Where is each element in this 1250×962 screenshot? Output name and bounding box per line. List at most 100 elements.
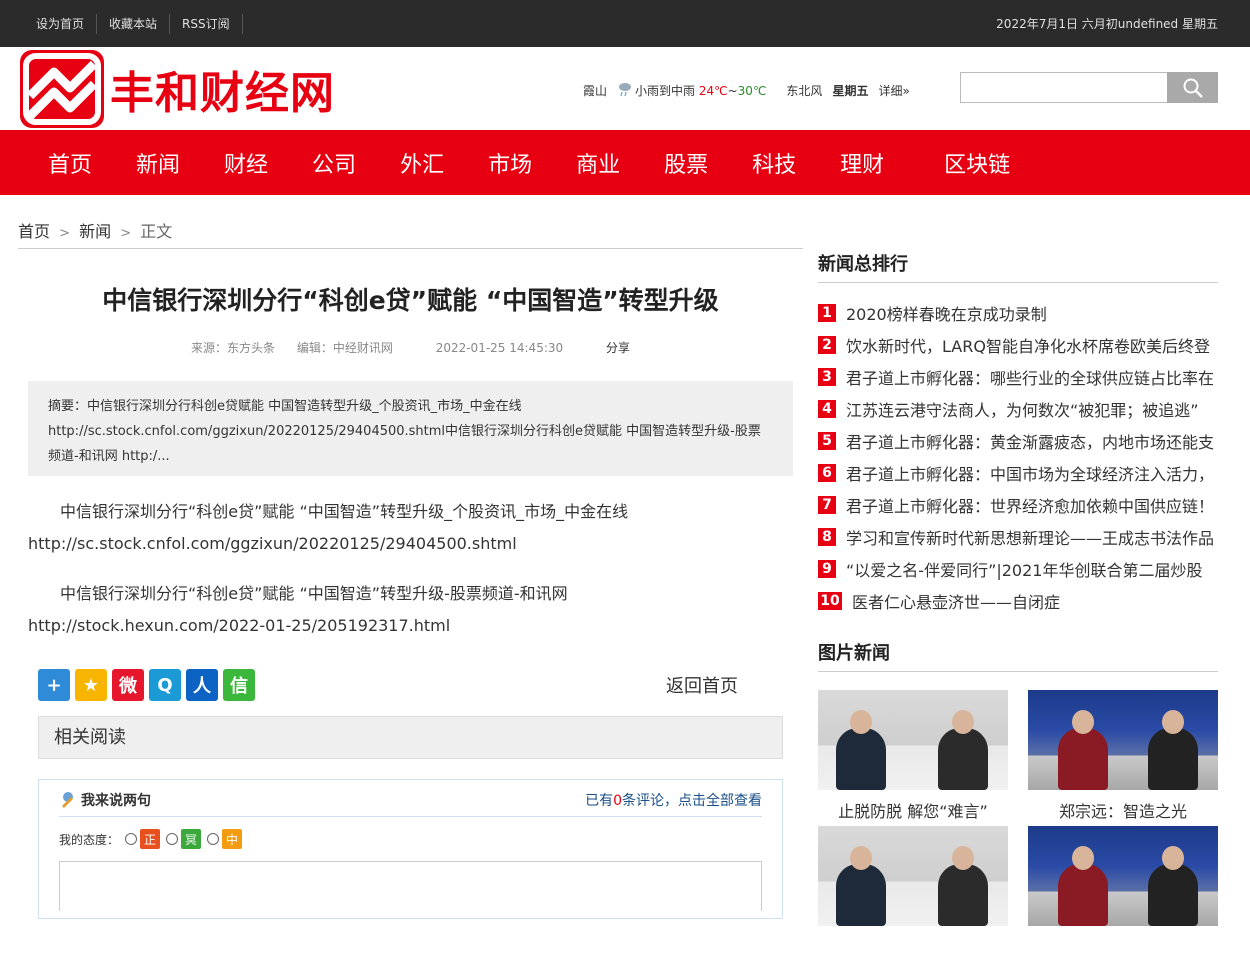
bookmark-link[interactable]: 收藏本站 bbox=[97, 13, 171, 34]
pic-news-caption[interactable]: 郑宗远：智造之光 bbox=[1028, 798, 1218, 822]
comment-count-link[interactable]: 已有0条评论，点击全部查看 bbox=[585, 790, 762, 810]
person-figure bbox=[938, 728, 988, 790]
body-url: http://sc.stock.cnfol.com/ggzixun/202201… bbox=[28, 534, 517, 553]
share-bar: + ★ 微 Q 人信 返回首页 bbox=[38, 668, 783, 702]
rank-item[interactable]: 8 学习和宣传新时代新思想新理论——王成志书法作品 bbox=[818, 521, 1218, 553]
renren-icon[interactable]: 人 bbox=[186, 669, 218, 701]
rank-list: 1 2020榜样春晚在京成功录制 2 饮水新时代，LARQ智能自净化水杯席卷欧美后终登… bbox=[818, 297, 1218, 617]
nav-business[interactable]: 商业 bbox=[556, 147, 640, 179]
weather-detail-link[interactable]: 详细» bbox=[878, 82, 909, 99]
share-icons: + ★ 微 Q 人信 bbox=[38, 669, 260, 701]
current-date: 2022年7月1日 六月初undefined 星期五 bbox=[996, 17, 1218, 31]
pic-news-item[interactable]: 止脱防脱 解您“难言” bbox=[818, 690, 1008, 826]
rank-item-title: 君子道上市孵化器：哪些行业的全球供应链占比率在 bbox=[846, 369, 1215, 388]
rank-item[interactable]: 1 2020榜样春晚在京成功录制 bbox=[818, 297, 1218, 329]
pic-news-item[interactable] bbox=[818, 826, 1008, 962]
rank-number: 7 bbox=[818, 496, 836, 514]
nav-tech[interactable]: 科技 bbox=[732, 147, 816, 179]
rank-item-title: 江苏连云港守法商人，为何数次“被犯罪；被追逃” bbox=[846, 401, 1199, 420]
search-button[interactable] bbox=[1167, 72, 1218, 103]
share-link[interactable]: 分享 bbox=[606, 341, 630, 355]
nav-blockchain[interactable]: 区块链 bbox=[924, 147, 1030, 179]
attitude-negative-tag: 冥 bbox=[181, 829, 202, 849]
pic-news-item[interactable] bbox=[1028, 826, 1218, 962]
rank-item-title: 2020榜样春晚在京成功录制 bbox=[846, 305, 1047, 324]
pic-news-image[interactable] bbox=[1028, 826, 1218, 926]
set-homepage-link[interactable]: 设为首页 bbox=[24, 13, 98, 34]
comment-count-suffix: 条评论，点击全部查看 bbox=[622, 793, 762, 809]
pic-news-image[interactable] bbox=[818, 826, 1008, 926]
back-home-link[interactable]: 返回首页 bbox=[666, 672, 738, 698]
nav-company[interactable]: 公司 bbox=[292, 147, 376, 179]
person-head bbox=[850, 846, 872, 870]
tencent-weibo-icon[interactable]: Q bbox=[149, 669, 181, 701]
temp-low: 30℃ bbox=[737, 84, 767, 98]
rank-item[interactable]: 4 江苏连云港守法商人，为何数次“被犯罪；被追逃” bbox=[818, 393, 1218, 425]
rank-item[interactable]: 7 君子道上市孵化器：世界经济愈加依赖中国供应链！ bbox=[818, 489, 1218, 521]
person-head bbox=[952, 846, 974, 870]
article-title: 中信银行深圳分行“科创e贷”赋能 “中国智造”转型升级 bbox=[102, 286, 719, 315]
breadcrumb-section[interactable]: 新闻 bbox=[79, 222, 111, 241]
pic-news-item[interactable]: 郑宗远：智造之光 bbox=[1028, 690, 1218, 826]
rank-item[interactable]: 9 “以爱之名-伴爱同行”|2021年华创联合第二届炒股 bbox=[818, 553, 1218, 585]
breadcrumb-home[interactable]: 首页 bbox=[18, 222, 50, 241]
nav-forex[interactable]: 外汇 bbox=[380, 147, 464, 179]
wechat-icon[interactable]: 信 bbox=[223, 669, 255, 701]
rank-item-title: “以爱之名-伴爱同行”|2021年华创联合第二届炒股 bbox=[846, 561, 1203, 580]
rank-item[interactable]: 5 君子道上市孵化器：黄金渐露疲态，内地市场还能支 bbox=[818, 425, 1218, 457]
person-head bbox=[1072, 710, 1094, 734]
comment-title: 我来说两句 bbox=[81, 793, 151, 809]
rank-number: 2 bbox=[818, 336, 836, 354]
comment-pencil-icon bbox=[62, 792, 73, 808]
qzone-icon[interactable]: ★ bbox=[75, 669, 107, 701]
breadcrumb-sep: > bbox=[120, 226, 132, 241]
main-nav: 首页 新闻 财经 公司 外汇 市场 商业 股票 科技 理财 区块链 bbox=[0, 130, 1250, 195]
person-head bbox=[1162, 710, 1184, 734]
plus-share-icon[interactable]: + bbox=[38, 669, 70, 701]
weather-widget: 霞山 小雨到中雨 24℃~30℃ 东北风 星期五 详细» bbox=[583, 81, 920, 100]
rank-item[interactable]: 10 医者仁心悬壶济世——自闭症 bbox=[818, 585, 1218, 617]
pic-news-caption[interactable]: 止脱防脱 解您“难言” bbox=[818, 798, 1008, 822]
body-paragraph: 中信银行深圳分行“科创e贷”赋能 “中国智造”转型升级-股票频道-和讯网 bbox=[60, 584, 568, 603]
attitude-neutral-tag: 中 bbox=[222, 829, 243, 849]
article-source: 来源：东方头条 bbox=[191, 341, 276, 355]
nav-market[interactable]: 市场 bbox=[468, 147, 552, 179]
pic-news-grid: 止脱防脱 解您“难言” 郑宗远：智造之光 bbox=[818, 690, 1218, 962]
person-figure bbox=[1058, 864, 1108, 926]
pic-news-image[interactable] bbox=[1028, 690, 1218, 790]
search-input[interactable] bbox=[960, 72, 1167, 103]
attitude-selector: 我的态度： 正 冥 中 bbox=[59, 829, 762, 849]
temp-high: 24℃ bbox=[698, 84, 728, 98]
person-head bbox=[1072, 846, 1094, 870]
article-column: 首页 > 新闻 > 正文 中信银行深圳分行“科创e贷”赋能 “中国智造”转型升级… bbox=[18, 218, 803, 919]
weibo-icon[interactable]: 微 bbox=[112, 669, 144, 701]
breadcrumb-sep: > bbox=[59, 226, 71, 241]
rank-item-title: 君子道上市孵化器：世界经济愈加依赖中国供应链！ bbox=[846, 497, 1215, 516]
attitude-radio-positive[interactable] bbox=[125, 833, 138, 845]
search-icon bbox=[1183, 78, 1203, 98]
article-editor: 编辑：中经财讯网 bbox=[296, 341, 393, 355]
logo-text: 丰和财经网 bbox=[110, 68, 335, 119]
site-logo[interactable]: 丰和财经网 bbox=[20, 50, 335, 128]
attitude-radio-neutral[interactable] bbox=[207, 833, 220, 845]
rank-number: 8 bbox=[818, 528, 836, 546]
body-paragraph: 中信银行深圳分行“科创e贷”赋能 “中国智造”转型升级_个股资讯_市场_中金在线 bbox=[60, 502, 629, 521]
rank-item-title: 饮水新时代，LARQ智能自净化水杯席卷欧美后终登 bbox=[846, 337, 1210, 356]
comment-count: 0 bbox=[613, 793, 622, 809]
attitude-radio-negative[interactable] bbox=[166, 833, 179, 845]
rank-number: 6 bbox=[818, 464, 836, 482]
rank-item[interactable]: 6 君子道上市孵化器：中国市场为全球经济注入活力， bbox=[818, 457, 1218, 489]
pic-news-image[interactable] bbox=[818, 690, 1008, 790]
comment-textarea[interactable] bbox=[59, 861, 762, 911]
article-body: 中信银行深圳分行“科创e贷”赋能 “中国智造”转型升级_个股资讯_市场_中金在线… bbox=[28, 496, 793, 642]
rank-item[interactable]: 2 饮水新时代，LARQ智能自净化水杯席卷欧美后终登 bbox=[818, 329, 1218, 361]
rank-item[interactable]: 3 君子道上市孵化器：哪些行业的全球供应链占比率在 bbox=[818, 361, 1218, 393]
nav-news[interactable]: 新闻 bbox=[116, 147, 200, 179]
rank-number: 9 bbox=[818, 560, 836, 578]
nav-finance[interactable]: 财经 bbox=[204, 147, 288, 179]
nav-stocks[interactable]: 股票 bbox=[644, 147, 728, 179]
rss-link[interactable]: RSS订阅 bbox=[170, 13, 243, 34]
rain-icon bbox=[617, 81, 633, 100]
nav-wealth[interactable]: 理财 bbox=[820, 147, 904, 179]
nav-home[interactable]: 首页 bbox=[28, 147, 112, 179]
